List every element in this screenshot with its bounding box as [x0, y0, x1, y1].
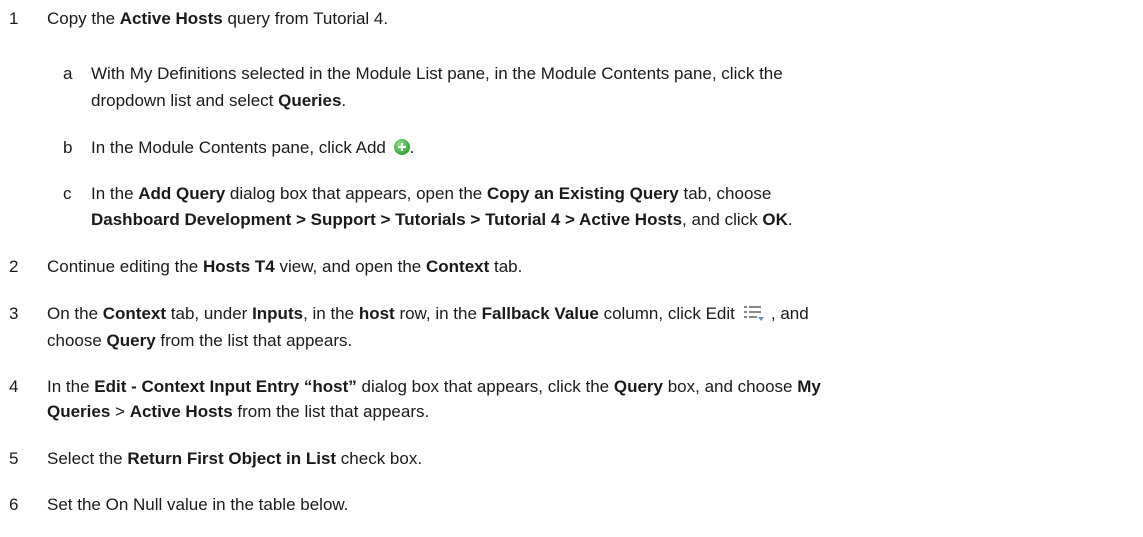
step-number: 1 — [9, 9, 19, 28]
substep-letter: b — [63, 138, 73, 157]
step-number: 3 — [9, 304, 19, 323]
substep-c: c In the Add Query dialog box that appea… — [63, 184, 772, 203]
edit-list-icon — [743, 304, 765, 328]
substep-letter: a — [63, 64, 73, 83]
step-number: 6 — [9, 495, 19, 514]
step-3: 3 On the Context tab, under Inputs, in t… — [9, 303, 809, 325]
step-number: 5 — [9, 449, 19, 468]
step-number: 4 — [9, 377, 19, 396]
step-4: 4 In the Edit - Context Input Entry “hos… — [9, 377, 821, 396]
add-icon — [393, 139, 410, 155]
step-number: 2 — [9, 257, 19, 276]
step-3-cont: choose Query from the list that appears. — [47, 331, 353, 350]
step-5: 5 Select the Return First Object in List… — [9, 449, 423, 468]
substep-letter: c — [63, 184, 72, 203]
step-6: 6 Set the On Null value in the table bel… — [9, 495, 349, 514]
step-1: 1 Copy the Active Hosts query from Tutor… — [9, 9, 389, 28]
substep-b: b In the Module Contents pane, click Add… — [63, 138, 415, 157]
step-4-cont: Queries > Active Hosts from the list tha… — [47, 402, 430, 421]
step-2: 2 Continue editing the Hosts T4 view, an… — [9, 257, 523, 276]
substep-c-cont: Dashboard Development > Support > Tutori… — [91, 210, 793, 229]
substep-a: a With My Definitions selected in the Mo… — [63, 64, 783, 83]
substep-a-cont: dropdown list and select Queries. — [91, 91, 347, 110]
